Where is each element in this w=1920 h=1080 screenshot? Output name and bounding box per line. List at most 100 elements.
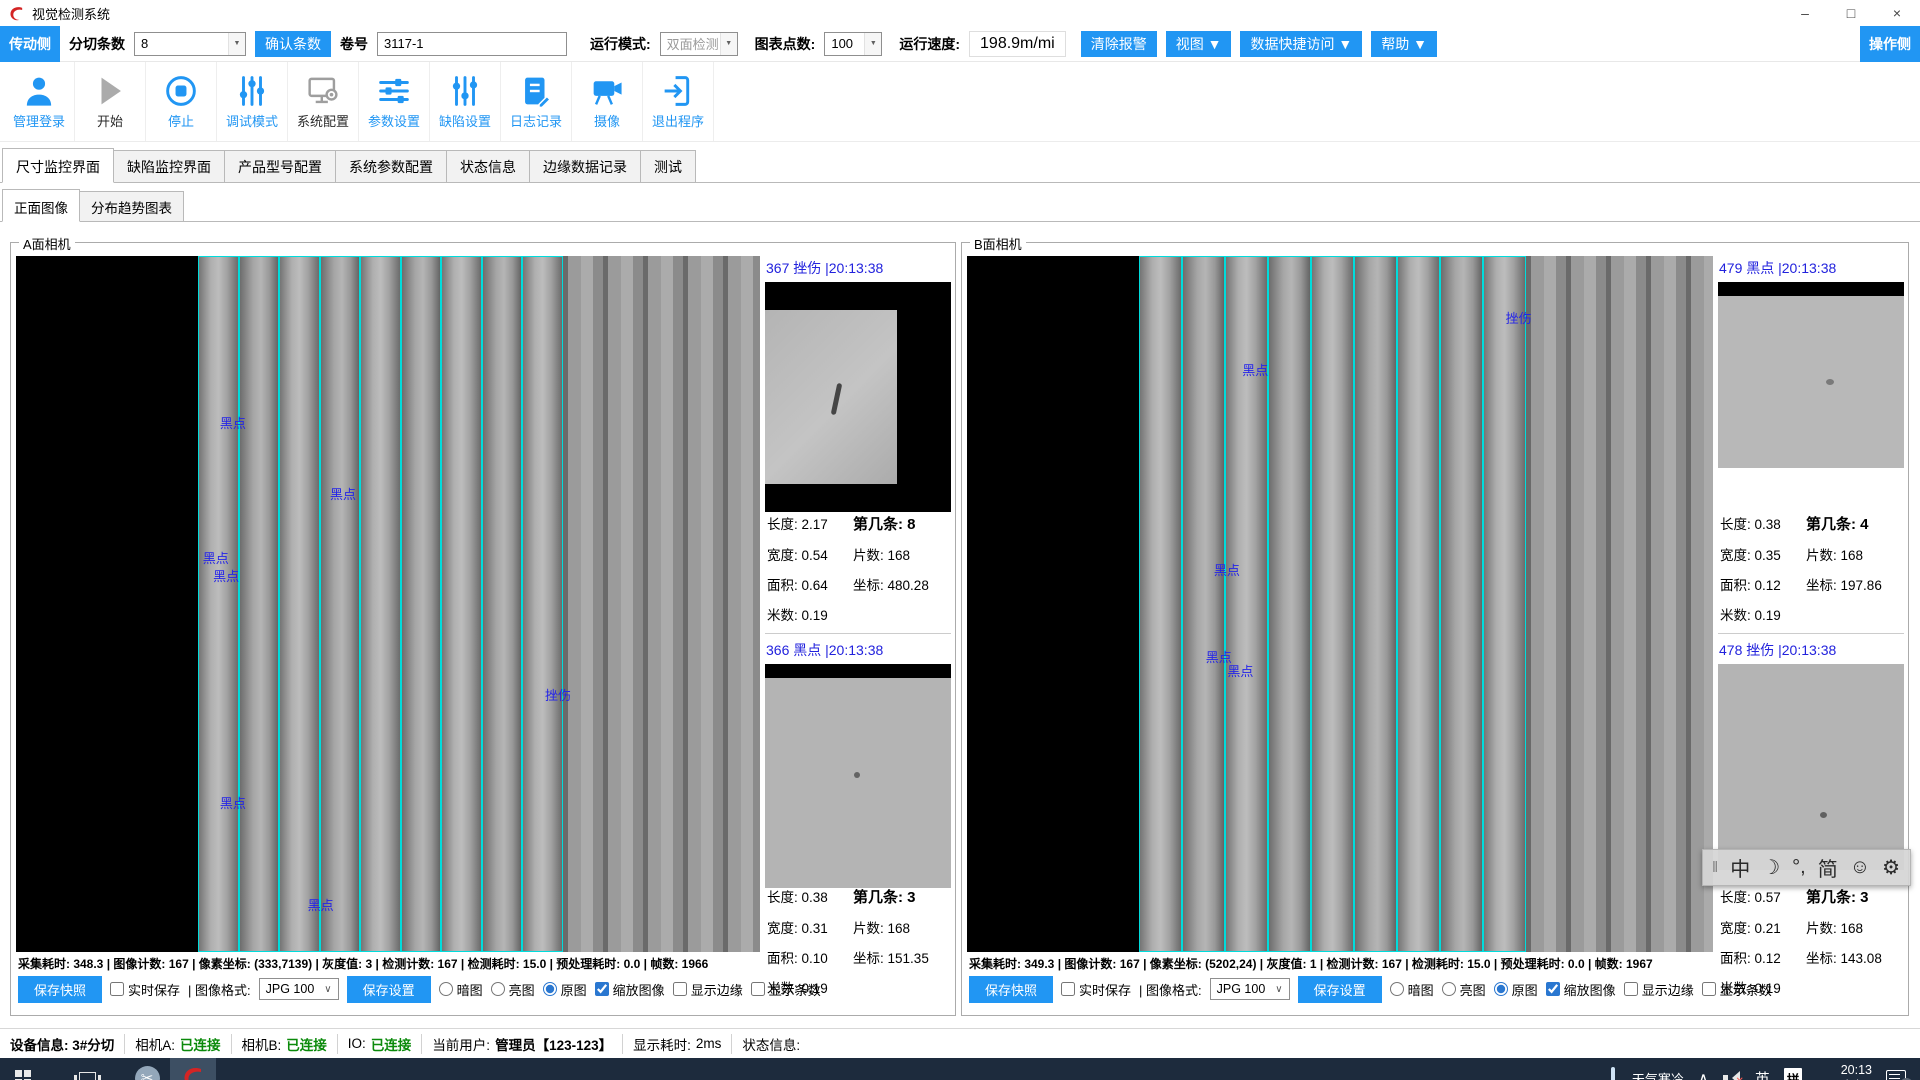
subtab-1[interactable]: 分布趋势图表: [80, 191, 184, 222]
view-menu-button[interactable]: 视图 ▼: [1166, 31, 1232, 57]
drive-side-badge: 传动侧: [0, 26, 60, 62]
material-strip: [401, 256, 442, 952]
material-strip: [1483, 256, 1526, 952]
scissors-icon: ✂: [135, 1066, 160, 1080]
window-title: 视觉检测系统: [32, 4, 110, 23]
maximize-button[interactable]: □: [1828, 0, 1874, 26]
notification-center-button[interactable]: 6: [1886, 1070, 1908, 1080]
tab-4[interactable]: 状态信息: [447, 150, 530, 183]
image-dark-region: [967, 256, 1139, 952]
defect-thumbnail: [1718, 282, 1904, 468]
clock[interactable]: 20:13 2025/2/10: [1816, 1063, 1872, 1080]
device-info: 设备信息: 3#分切: [0, 1034, 125, 1054]
roll-no-input[interactable]: [377, 32, 567, 56]
task-view-button[interactable]: [64, 1058, 110, 1080]
ime-punctuation-icon[interactable]: °,: [1792, 856, 1806, 879]
defect-stats: 长度: 0.57 第几条: 3 宽度: 0.21 片数: 168 面积: 0.1…: [1720, 886, 1904, 997]
debug-mode-button[interactable]: 调试模式: [217, 62, 288, 141]
bright-image-radio[interactable]: 亮图: [1442, 980, 1486, 999]
ime-toolbar[interactable]: ‖ 中 ☽ °, 简 ☺ ⚙: [1702, 849, 1911, 886]
minimize-button[interactable]: –: [1782, 0, 1828, 26]
thermometer-icon[interactable]: [1609, 1067, 1618, 1080]
camera-b-image: 挫伤黑点黑点黑点黑点: [967, 256, 1713, 952]
exit-program-button[interactable]: 退出程序: [643, 62, 714, 141]
tab-1[interactable]: 缺陷监控界面: [114, 150, 225, 183]
image-defect-label: 挫伤: [545, 685, 571, 704]
image-format-select[interactable]: JPG 100∨: [1210, 978, 1290, 1000]
tab-2[interactable]: 产品型号配置: [225, 150, 336, 183]
save-snapshot-button[interactable]: 保存快照: [18, 976, 102, 1003]
snipping-tool-button[interactable]: ✂: [124, 1058, 170, 1080]
zoom-image-checkbox[interactable]: 缩放图像: [1546, 980, 1616, 999]
material-strip: [441, 256, 482, 952]
tray-expand-chevron[interactable]: ∧: [1698, 1069, 1709, 1080]
subtab-0[interactable]: 正面图像: [2, 189, 80, 222]
language-indicator[interactable]: 英: [1755, 1068, 1770, 1080]
close-button[interactable]: ×: [1874, 0, 1920, 26]
camera-b-connected-badge: 已连接: [286, 1034, 327, 1054]
defect-settings-button[interactable]: 缺陷设置: [430, 62, 501, 141]
camera-a-defect-sidebar: 367 挫伤 |20:13:38 长度: 2.17 第几条: 8 宽度: 0.5…: [765, 256, 951, 1011]
show-edge-checkbox[interactable]: 显示边缘: [1624, 980, 1694, 999]
ime-drag-handle[interactable]: ‖: [1712, 859, 1718, 876]
tab-6[interactable]: 测试: [641, 150, 696, 183]
dark-image-radio[interactable]: 暗图: [439, 980, 483, 999]
action-toolbar: 管理登录 开始 停止 调试模式 系统配置 参数设置 缺陷设置 日志记录 摄像 退…: [0, 62, 1920, 142]
help-menu-button[interactable]: 帮助 ▼: [1371, 31, 1437, 57]
ime-lang-chinese[interactable]: 中: [1730, 853, 1750, 882]
defect-card[interactable]: 367 挫伤 |20:13:38 长度: 2.17 第几条: 8 宽度: 0.5…: [765, 256, 951, 628]
stop-button[interactable]: 停止: [146, 62, 217, 141]
start-button[interactable]: [0, 1058, 46, 1080]
defect-card[interactable]: 366 黑点 |20:13:38 长度: 0.38 第几条: 3 宽度: 0.3…: [765, 633, 951, 1011]
ime-halfmoon-icon[interactable]: ☽: [1762, 855, 1780, 880]
defect-header: 367 挫伤 |20:13:38: [765, 256, 951, 282]
inspection-app-taskbar-button[interactable]: [170, 1058, 216, 1080]
log-record-button[interactable]: 日志记录: [501, 62, 572, 141]
data-quick-access-menu-button[interactable]: 数据快捷访问 ▼: [1240, 31, 1362, 57]
ime-indicator[interactable]: 拼: [1784, 1068, 1803, 1080]
status-info-label: 状态信息:: [732, 1034, 810, 1054]
save-snapshot-button[interactable]: 保存快照: [969, 976, 1053, 1003]
tab-3[interactable]: 系统参数配置: [336, 150, 447, 183]
image-defect-label: 黑点: [1227, 661, 1253, 680]
title-bar: 视觉检测系统 – □ ×: [0, 0, 1920, 26]
parameter-settings-button[interactable]: 参数设置: [359, 62, 430, 141]
show-edge-checkbox[interactable]: 显示边缘: [673, 980, 743, 999]
system-config-button[interactable]: 系统配置: [288, 62, 359, 141]
camera-b-controls: 保存快照 实时保存 | 图像格式: JPG 100∨ 保存设置 暗图 亮图 原图…: [967, 974, 1713, 1004]
defect-card[interactable]: 479 黑点 |20:13:38 长度: 0.38 第几条: 4 宽度: 0.3…: [1718, 256, 1904, 628]
chart-points-select[interactable]: 100 ▼: [824, 32, 882, 56]
camera-capture-button[interactable]: 摄像: [572, 62, 643, 141]
save-settings-button[interactable]: 保存设置: [347, 976, 431, 1003]
image-format-label: | 图像格式:: [188, 980, 251, 999]
speaker-muted-icon[interactable]: ✕: [1723, 1070, 1741, 1080]
defect-stats: 长度: 0.38 第几条: 4 宽度: 0.35 片数: 168 面积: 0.1…: [1720, 513, 1904, 624]
confirm-count-button[interactable]: 确认条数: [255, 31, 331, 57]
zoom-image-checkbox[interactable]: 缩放图像: [595, 980, 665, 999]
tab-5[interactable]: 边缘数据记录: [530, 150, 641, 183]
weather-text[interactable]: 天气寒冷: [1632, 1069, 1684, 1080]
defect-card[interactable]: 478 挫伤 |20:13:38 长度: 0.57 第几条: 3 宽度: 0.2…: [1718, 633, 1904, 1011]
image-strip-region: [1139, 256, 1527, 952]
save-settings-button[interactable]: 保存设置: [1298, 976, 1382, 1003]
image-defect-label: 黑点: [330, 484, 356, 503]
original-image-radio[interactable]: 原图: [1494, 980, 1538, 999]
slit-count-select[interactable]: 8 ▼: [134, 32, 246, 56]
realtime-save-checkbox[interactable]: 实时保存: [110, 980, 180, 999]
ime-settings-gear-icon[interactable]: ⚙: [1882, 855, 1900, 880]
image-format-select[interactable]: JPG 100∨: [259, 978, 339, 1000]
run-mode-value: 双面检测: [667, 34, 719, 53]
material-strip: [482, 256, 523, 952]
bright-image-radio[interactable]: 亮图: [491, 980, 535, 999]
clear-alarm-button[interactable]: 清除报警: [1081, 31, 1157, 57]
admin-login-button[interactable]: 管理登录: [4, 62, 75, 141]
ime-simplified[interactable]: 简: [1818, 853, 1838, 882]
camera-b-status: 相机B:已连接: [232, 1034, 338, 1054]
run-mode-select[interactable]: 双面检测 ▼: [660, 32, 738, 56]
tab-0[interactable]: 尺寸监控界面: [2, 148, 114, 183]
start-button[interactable]: 开始: [75, 62, 146, 141]
realtime-save-checkbox[interactable]: 实时保存: [1061, 980, 1131, 999]
ime-emoji-icon[interactable]: ☺: [1850, 856, 1870, 879]
dark-image-radio[interactable]: 暗图: [1390, 980, 1434, 999]
original-image-radio[interactable]: 原图: [543, 980, 587, 999]
